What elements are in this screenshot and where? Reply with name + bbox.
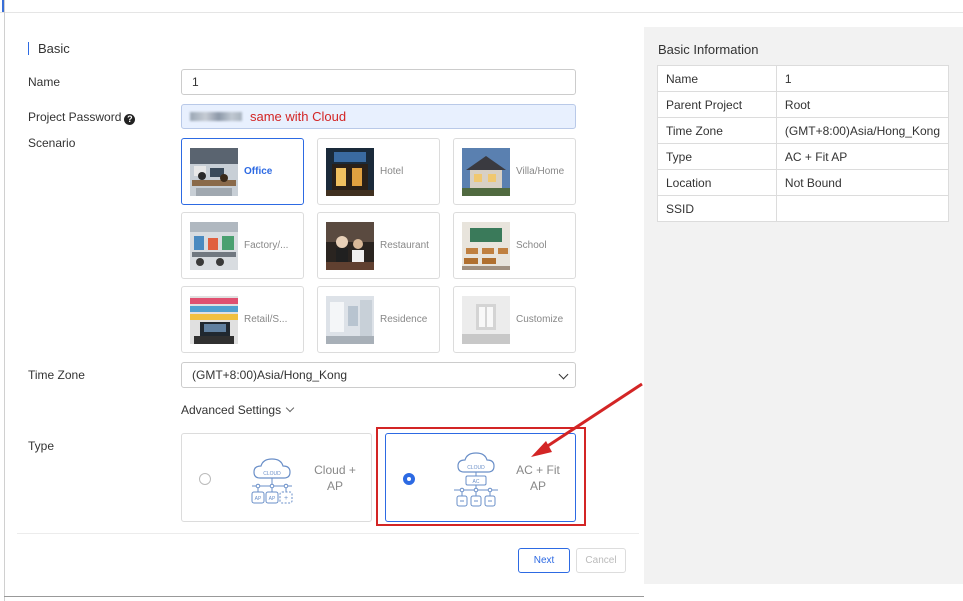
scenario-label-factory: Factory/...	[244, 240, 289, 251]
info-value: Not Bound	[775, 169, 950, 196]
customize-photo-icon	[462, 295, 510, 344]
scenario-hotel[interactable]: Hotel	[317, 138, 440, 205]
table-row: Type AC + Fit AP	[657, 143, 950, 170]
scenario-customize[interactable]: Customize	[453, 286, 576, 353]
scenario-label-retail: Retail/S...	[244, 314, 288, 325]
scenario-office[interactable]: Office	[181, 138, 304, 205]
scenario-label: Scenario	[28, 136, 76, 150]
password-label: Project Password?	[28, 110, 136, 125]
info-value	[775, 195, 950, 222]
office-photo-icon	[190, 147, 238, 196]
basic-info-title: Basic Information	[658, 42, 759, 57]
annotation-highlight-box	[376, 427, 586, 526]
type-label-line2: AP	[326, 479, 343, 493]
advanced-settings-toggle[interactable]: Advanced Settings	[181, 403, 295, 417]
info-key: Type	[657, 143, 777, 170]
info-key: Time Zone	[657, 117, 777, 144]
info-key: SSID	[657, 195, 777, 222]
name-input[interactable]: 1	[181, 69, 576, 95]
question-icon[interactable]: ?	[124, 114, 136, 125]
left-accent	[2, 0, 4, 12]
node-text: AP	[269, 496, 276, 502]
type-label: Type	[28, 439, 55, 453]
table-row: Parent Project Root	[657, 91, 950, 118]
cloud-text: CLOUD	[263, 471, 281, 477]
top-divider	[0, 12, 963, 13]
type-option-cloud-ap[interactable]: CLOUD AP AP + Cloud + AP	[181, 433, 372, 522]
name-label: Name	[28, 75, 61, 89]
section-title-text: Basic	[38, 41, 70, 56]
table-row: SSID	[657, 195, 950, 222]
school-photo-icon	[462, 221, 510, 270]
hotel-photo-icon	[326, 147, 374, 196]
chevron-down-icon	[558, 369, 569, 380]
scenario-label-hotel: Hotel	[380, 166, 404, 177]
next-button[interactable]: Next	[518, 548, 570, 573]
timezone-value: (GMT+8:00)Asia/Hong_Kong	[192, 368, 348, 382]
timezone-label: Time Zone	[28, 368, 85, 382]
password-annotation: same with Cloud	[250, 109, 347, 124]
scenario-villa[interactable]: Villa/Home	[453, 138, 576, 205]
section-title-basic: Basic	[28, 41, 70, 56]
timezone-select[interactable]: (GMT+8:00)Asia/Hong_Kong	[181, 362, 576, 388]
retail-photo-icon	[190, 295, 238, 344]
info-key: Location	[657, 169, 777, 196]
scenario-label-restaurant: Restaurant	[380, 240, 429, 251]
scenario-label-school: School	[516, 240, 547, 251]
table-row: Name 1	[657, 65, 950, 92]
scenario-retail[interactable]: Retail/S...	[181, 286, 304, 353]
info-key: Parent Project	[657, 91, 777, 118]
info-value: 1	[775, 65, 950, 92]
factory-photo-icon	[190, 221, 238, 270]
type-radio-cloud-ap[interactable]	[199, 473, 211, 485]
password-masked-value	[190, 112, 242, 121]
footer-divider	[17, 533, 639, 534]
password-label-text: Project Password	[28, 110, 122, 124]
info-value: Root	[775, 91, 950, 118]
cancel-button[interactable]: Cancel	[576, 548, 626, 573]
type-label-line1: Cloud +	[314, 463, 356, 477]
table-row: Location Not Bound	[657, 169, 950, 196]
node-text: AP	[255, 496, 262, 502]
cloud-ap-diagram-icon: CLOUD AP AP +	[251, 458, 293, 504]
scenario-label-office: Office	[244, 166, 273, 177]
scenario-restaurant[interactable]: Restaurant	[317, 212, 440, 279]
password-input[interactable]: same with Cloud	[181, 104, 576, 129]
node-text: +	[284, 495, 288, 502]
basic-info-table: Name 1 Parent Project Root Time Zone (GMT+8…	[657, 65, 950, 222]
basic-info-panel: Basic Information Name 1 Parent Project Ro…	[644, 27, 963, 584]
left-border	[4, 0, 5, 601]
scenario-label-residence: Residence	[380, 314, 428, 325]
scenario-residence[interactable]: Residence	[317, 286, 440, 353]
villa-photo-icon	[462, 147, 510, 196]
scenario-school[interactable]: School	[453, 212, 576, 279]
scenario-grid: Office Hotel Villa/Home Factory/... Rest…	[181, 138, 576, 354]
scenario-factory[interactable]: Factory/...	[181, 212, 304, 279]
info-value: AC + Fit AP	[775, 143, 950, 170]
bottom-border	[4, 596, 644, 597]
scenario-label-villa: Villa/Home	[516, 166, 565, 177]
advanced-settings-label: Advanced Settings	[181, 403, 282, 417]
section-title-bar	[28, 42, 29, 55]
chevron-down-icon	[285, 403, 295, 413]
table-row: Time Zone (GMT+8:00)Asia/Hong_Kong	[657, 117, 950, 144]
residence-photo-icon	[326, 295, 374, 344]
scenario-label-customize: Customize	[516, 314, 564, 325]
info-key: Name	[657, 65, 777, 92]
type-label-cloud-ap: Cloud + AP	[310, 462, 360, 494]
restaurant-photo-icon	[326, 221, 374, 270]
info-value: (GMT+8:00)Asia/Hong_Kong	[775, 117, 950, 144]
